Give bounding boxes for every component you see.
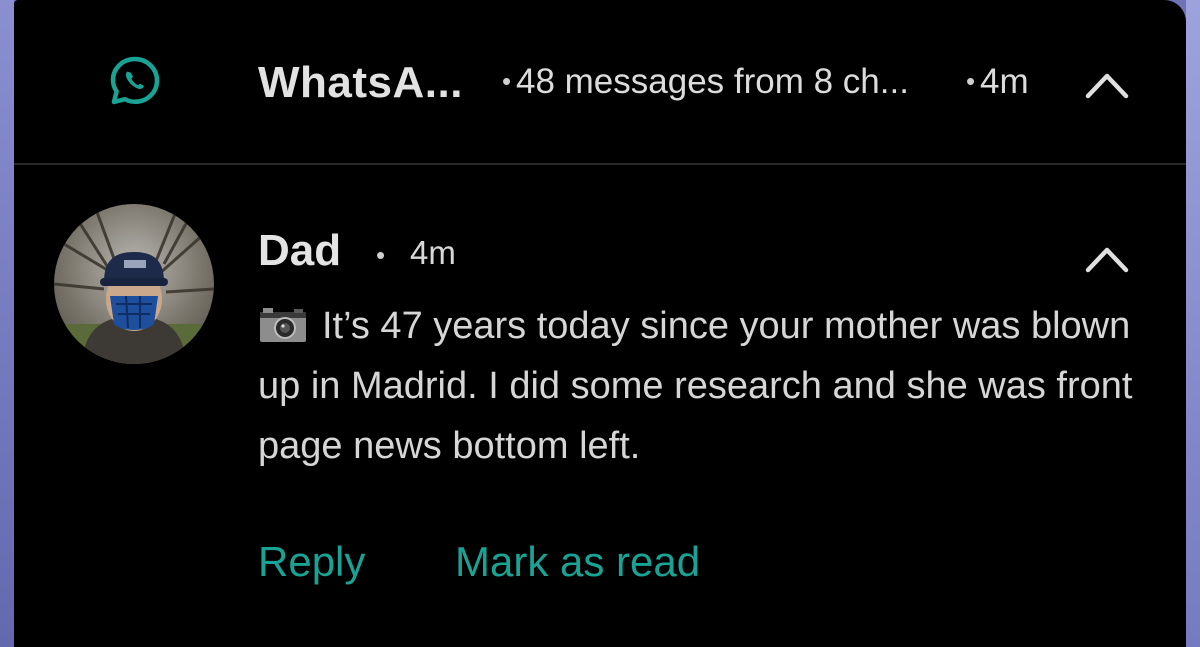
header-divider xyxy=(14,163,1186,165)
avatar xyxy=(54,204,214,364)
chevron-up-icon[interactable] xyxy=(1084,70,1130,100)
whatsapp-icon xyxy=(110,56,160,105)
notification-header[interactable]: WhatsA... • 48 messages from 8 ch... • 4… xyxy=(14,0,1186,163)
message-text: It’s 47 years today since your mother wa… xyxy=(258,305,1133,467)
wallpaper-right xyxy=(1186,0,1200,647)
notification-summary: 48 messages from 8 ch... xyxy=(516,62,909,101)
mark-as-read-button[interactable]: Mark as read xyxy=(455,538,700,586)
separator-dot: • xyxy=(376,240,386,270)
message-timestamp: 4m xyxy=(410,234,456,271)
camera-icon xyxy=(260,308,306,342)
separator-dot: • xyxy=(502,66,512,96)
sender-name: Dad xyxy=(258,226,342,275)
separator-dot: • xyxy=(966,66,976,96)
notification-card[interactable]: WhatsA... • 48 messages from 8 ch... • 4… xyxy=(14,0,1186,647)
app-name: WhatsA... xyxy=(258,58,463,107)
avatar-photo-icon xyxy=(54,204,214,364)
message-body: It’s 47 years today since your mother wa… xyxy=(258,296,1138,476)
chevron-up-icon[interactable] xyxy=(1084,244,1130,274)
reply-button[interactable]: Reply xyxy=(258,538,365,586)
header-timestamp: 4m xyxy=(980,62,1029,101)
wallpaper-left xyxy=(0,0,14,647)
